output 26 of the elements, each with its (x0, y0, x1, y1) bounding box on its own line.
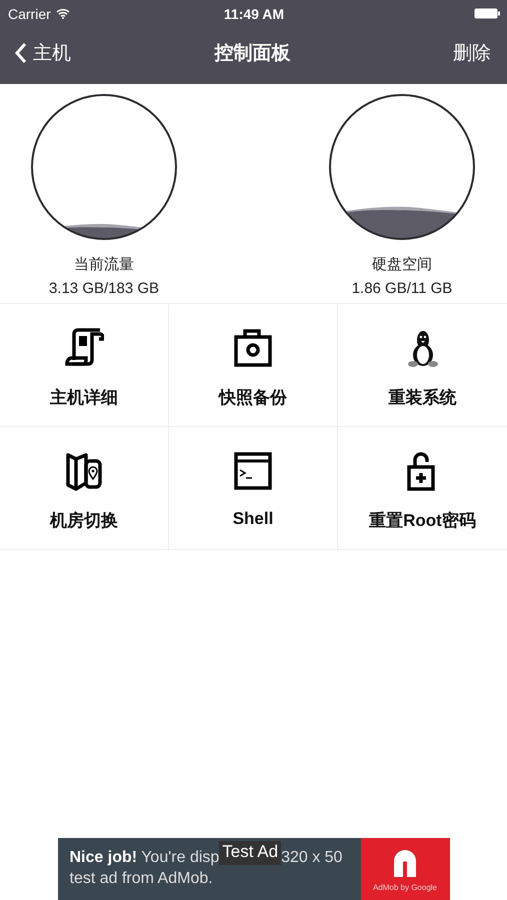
wifi-icon (56, 8, 70, 19)
ad-banner[interactable]: Nice job! You're disp Test Ad 320 x 50 test ad from AdMob. AdMob by Google (58, 838, 450, 900)
gauge-label: 当前流量 (74, 255, 134, 274)
ad-text-line: Nice job! You're disp (70, 848, 220, 868)
gauge-reading: 1.86 GB/11 GB (352, 280, 452, 297)
status-time: 11:49 AM (224, 6, 284, 22)
test-ad-badge: Test Ad (219, 841, 282, 865)
map-pin-icon (64, 451, 104, 491)
scroll-icon (64, 328, 104, 368)
camera-icon (233, 328, 273, 368)
screen-title: 控制面板 (214, 42, 290, 66)
menu-tile[interactable]: 快照备份 (169, 304, 338, 427)
gauge-label: 硬盘空间 (372, 255, 432, 274)
gauge-reading: 3.13 GB/183 GB (48, 280, 160, 297)
battery-icon (474, 8, 500, 19)
carrier-label: Carrier (8, 6, 51, 22)
menu-tile[interactable]: 主机详细 (0, 304, 169, 427)
menu-tile[interactable]: Shell (169, 427, 338, 550)
menu-tile[interactable]: 机房切换 (0, 427, 169, 550)
back-button[interactable]: 主机 (14, 40, 104, 66)
delete-button[interactable]: 删除 (401, 40, 491, 66)
ad-text-line: 320 x 50 (281, 848, 342, 868)
back-chevron-icon (14, 42, 27, 64)
terminal-icon (233, 451, 273, 491)
ad-logo-caption: AdMob by Google (372, 882, 438, 892)
ad-text-line: test ad from AdMob. (70, 869, 214, 889)
